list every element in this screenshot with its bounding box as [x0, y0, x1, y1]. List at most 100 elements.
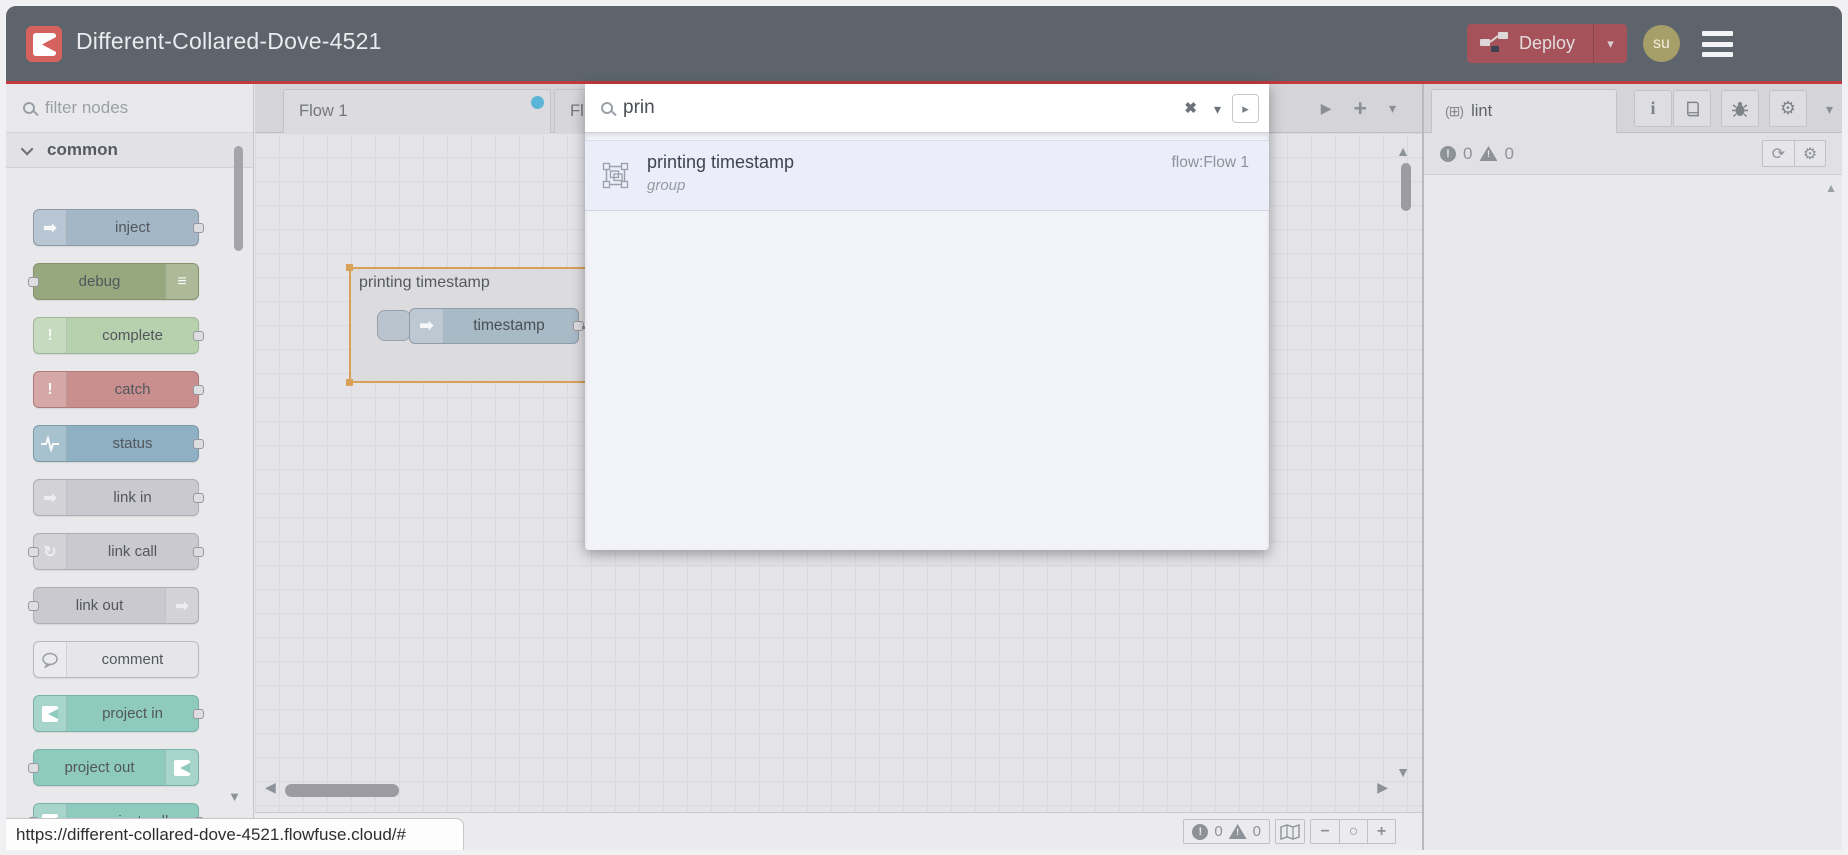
group-resize-handle[interactable] [346, 379, 353, 386]
minimap-button[interactable] [1275, 819, 1305, 844]
node-port[interactable] [193, 331, 204, 341]
flow-modified-dot [531, 96, 544, 109]
palette-node-comment[interactable]: comment [33, 641, 199, 678]
deploy-options-caret[interactable]: ▾ [1593, 24, 1627, 63]
debug-list-icon: ≡ [165, 264, 198, 299]
node-port[interactable] [28, 277, 39, 287]
inject-trigger-button[interactable] [377, 310, 411, 341]
palette-node-link-call[interactable]: ↻ link call [28, 533, 204, 570]
search-icon [601, 102, 613, 114]
result-type: group [647, 177, 686, 194]
node-port[interactable] [193, 493, 204, 503]
sidebar-tabbar: (⊞) lint i ⚙ ▾ [1424, 84, 1842, 133]
node-port[interactable] [28, 601, 39, 611]
palette-node-inject[interactable]: ➡ inject [33, 209, 204, 246]
palette-node-complete[interactable]: ! complete [33, 317, 204, 354]
gear-icon: ⚙ [1779, 98, 1797, 118]
tab-flow-1[interactable]: Flow 1 [283, 89, 551, 133]
canvas-scroll-up-icon[interactable]: ▲ [1396, 143, 1410, 159]
warning-icon [1479, 146, 1498, 161]
palette-scroll-down-icon[interactable]: ▼ [228, 789, 241, 804]
main-menu-button[interactable] [1702, 31, 1733, 57]
palette-node-status[interactable]: status [33, 425, 204, 462]
search-history-button[interactable]: ▸ [1232, 94, 1259, 123]
zoom-out-button[interactable]: − [1311, 820, 1339, 843]
inject-arrow-icon: ➡ [410, 309, 444, 343]
canvas-horizontal-scrollbar[interactable] [285, 784, 399, 797]
palette-node-link-out[interactable]: ➡ link out [28, 587, 199, 624]
canvas-scroll-down-icon[interactable]: ▼ [1396, 764, 1410, 780]
zoom-in-button[interactable]: + [1367, 820, 1395, 843]
warning-count: 0 [1252, 823, 1261, 840]
tab-scroll-right-icon[interactable]: ▶ [1321, 100, 1332, 117]
map-icon [1280, 823, 1300, 840]
category-label: common [47, 140, 118, 159]
right-sidebar: (⊞) lint i ⚙ ▾ 0 0 ⟳ ⚙ ▲ [1422, 84, 1842, 850]
warning-icon [1228, 824, 1247, 839]
help-tab-button[interactable] [1673, 90, 1711, 127]
debug-tab-button[interactable] [1721, 90, 1759, 127]
node-port[interactable] [193, 223, 204, 233]
flowfuse-project-icon [165, 750, 198, 785]
tab-label: Fl [570, 102, 584, 120]
palette-category-common[interactable]: common [6, 133, 253, 168]
palette-node-list: ➡ inject ≡ debug ! complete ! catch stat… [6, 168, 253, 840]
palette-node-debug[interactable]: ≡ debug [28, 263, 199, 300]
chevron-down-icon [20, 142, 34, 155]
search-input[interactable] [623, 97, 1143, 119]
error-icon [1192, 823, 1209, 840]
inject-node-timestamp[interactable]: ➡ timestamp [409, 308, 606, 344]
search-options-caret[interactable]: ▾ [1214, 101, 1221, 118]
panel-scroll-up-icon[interactable]: ▲ [1825, 181, 1837, 195]
search-results-list: printing timestamp group flow:Flow 1 [585, 133, 1269, 550]
node-port[interactable] [193, 439, 204, 449]
palette-node-project-in[interactable]: project in [33, 695, 204, 732]
instance-title: Different-Collared-Dove-4521 [76, 28, 382, 54]
node-port[interactable] [28, 763, 39, 773]
palette-node-project-out[interactable]: project out [28, 749, 199, 786]
config-tab-button[interactable]: ⚙ [1769, 90, 1807, 127]
node-group-printing-timestamp[interactable]: printing timestamp ➡ timestamp [346, 264, 606, 386]
info-tab-button[interactable]: i [1634, 90, 1672, 127]
add-flow-button[interactable]: + [1354, 95, 1367, 122]
canvas-scroll-left-icon[interactable]: ◀ [265, 779, 276, 796]
sidebar-tab-list-caret[interactable]: ▾ [1826, 101, 1833, 118]
canvas-scroll-right-icon[interactable]: ▶ [1377, 779, 1388, 796]
node-port[interactable] [193, 547, 204, 557]
lint-panel: ▲ [1424, 175, 1842, 850]
node-red-editor: Different-Collared-Dove-4521 Deploy ▾ su [6, 6, 1842, 850]
clear-search-icon[interactable]: ✖ [1184, 99, 1197, 117]
lint-settings-button[interactable]: ⚙ [1794, 141, 1825, 166]
node-port[interactable] [193, 385, 204, 395]
node-port[interactable] [28, 547, 39, 557]
palette-node-link-in[interactable]: ➡ link in [33, 479, 204, 516]
deploy-label: Deploy [1519, 33, 1576, 53]
result-flow-label: flow:Flow 1 [1171, 154, 1249, 171]
palette-node-catch[interactable]: ! catch [33, 371, 204, 408]
flow-list-caret[interactable]: ▾ [1389, 100, 1396, 117]
lint-actions: ⟳ ⚙ [1762, 140, 1826, 167]
search-dialog: ✖ ▾ ▸ printing timestamp [585, 84, 1269, 550]
refresh-button[interactable]: ⟳ [1763, 141, 1794, 166]
lint-error-count: 0 [1463, 143, 1473, 163]
url-text: https://different-collared-dove-4521.flo… [16, 824, 406, 844]
user-avatar[interactable]: su [1643, 25, 1680, 62]
tab-label: Flow 1 [299, 102, 348, 120]
search-result-row[interactable]: printing timestamp group flow:Flow 1 [585, 140, 1269, 211]
zoom-controls: − ○ + [1310, 819, 1396, 844]
search-icon [23, 102, 35, 114]
deploy-button[interactable]: Deploy ▾ [1467, 24, 1627, 63]
link-arrow-icon: ➡ [165, 588, 198, 623]
node-palette: common ➡ inject ≡ debug ! complete ! cat… [6, 84, 254, 850]
sidebar-tab-lint[interactable]: (⊞) lint [1431, 89, 1617, 133]
link-arrow-icon: ➡ [34, 480, 67, 515]
group-resize-handle[interactable] [346, 264, 353, 271]
palette-scrollbar[interactable] [234, 146, 243, 251]
canvas-issue-counts[interactable]: 0 0 [1183, 819, 1270, 844]
zoom-reset-button[interactable]: ○ [1339, 820, 1367, 843]
canvas-vertical-scrollbar[interactable] [1401, 163, 1411, 211]
palette-filter-input[interactable] [45, 98, 215, 118]
exclamation-icon: ! [34, 372, 67, 407]
node-port[interactable] [193, 709, 204, 719]
plugin-icon: (⊞) [1445, 103, 1464, 119]
